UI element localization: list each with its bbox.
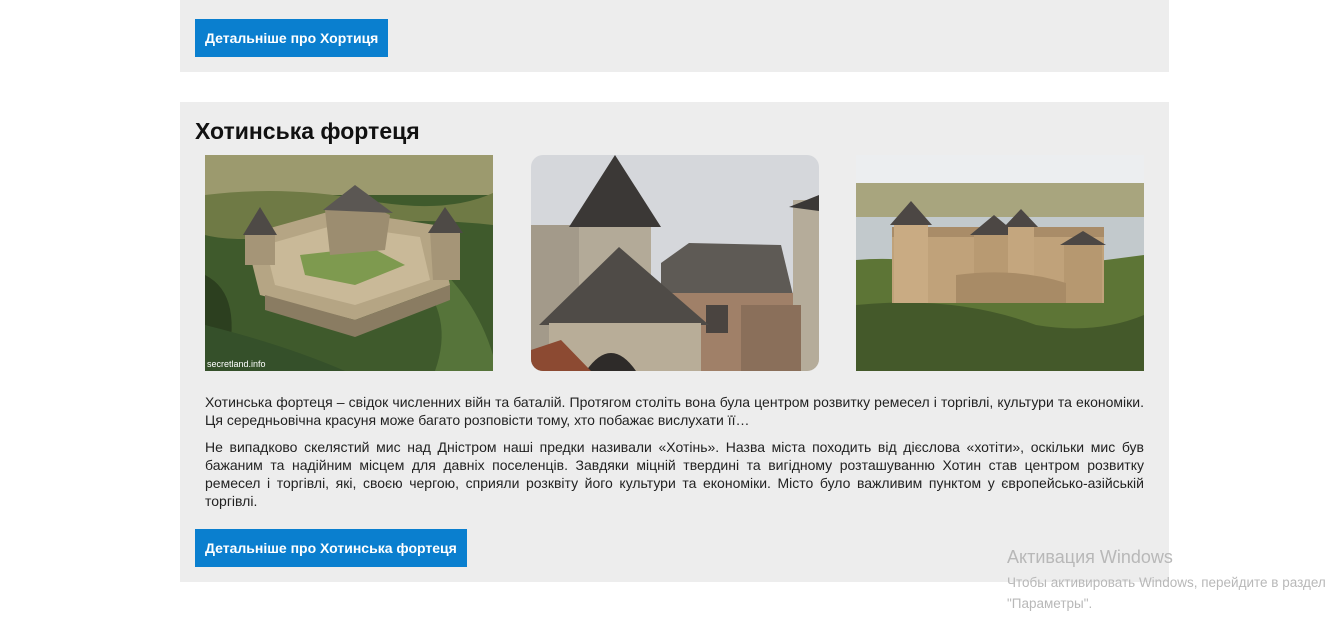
fortress-aerial-photo: secretland.info [205,155,493,371]
fortress-towers-photo [531,155,819,371]
more-about-khortytsia-button[interactable]: Детальніше про Хортиця [195,19,389,57]
image-watermark: secretland.info [207,359,266,369]
intro-paragraph: Хотинська фортеця – свідок численних вій… [205,394,1144,428]
khortytsia-card: Детальніше про Хортиця [180,0,1169,72]
windows-activation-watermark: Активация Windows Чтобы активировать Win… [1007,545,1337,614]
khotyn-fortress-card: Хотинська фортеця secretland.info Хотинс… [180,102,1169,582]
card-title: Хотинська фортеця [195,118,420,144]
fortress-river-photo [856,155,1144,371]
history-paragraph: Не випадково скелястий мис над Дністром … [205,439,1144,509]
more-about-khotyn-button[interactable]: Детальніше про Хотинська фортеця [195,529,467,567]
activation-title: Активация Windows [1007,547,1173,567]
activation-text: Чтобы активировать Windows, перейдите в … [1007,575,1326,611]
